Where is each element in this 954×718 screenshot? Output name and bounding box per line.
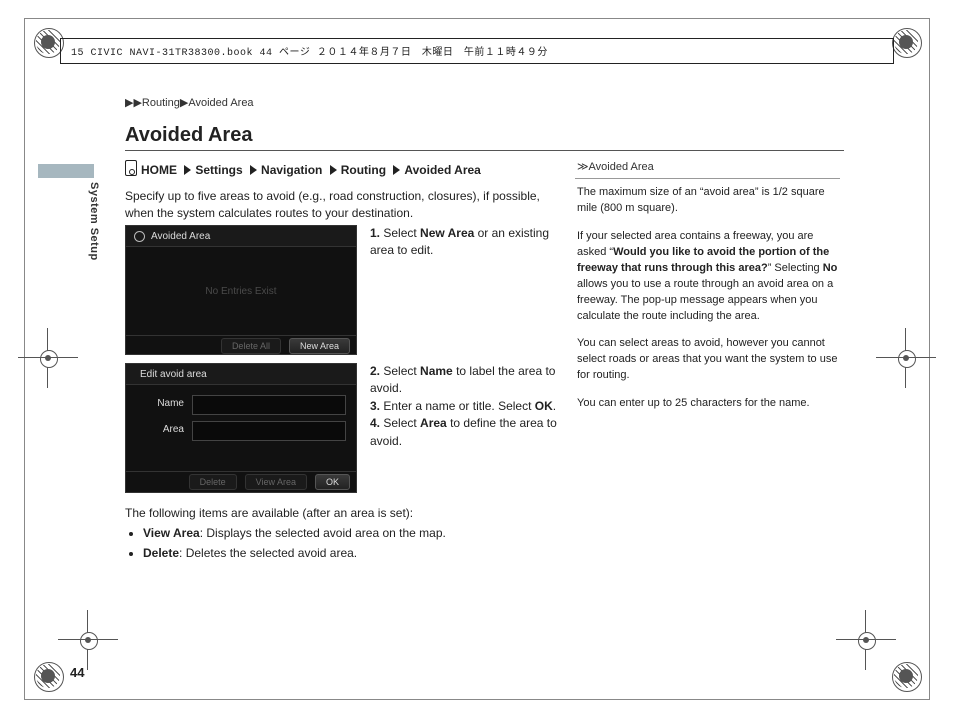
screenshot-edit-avoid-area: Edit avoid area Name Area Delete View Ar… [125,363,357,493]
available-item: Delete: Deletes the selected avoid area. [143,544,545,562]
ok-button[interactable]: OK [315,474,350,490]
triangle-icon: ▶▶ [125,97,142,109]
form-row-name: Name [136,395,346,415]
nav-segment: HOME [141,163,177,177]
page-number: 44 [70,665,84,680]
new-area-button[interactable]: New Area [289,338,350,354]
available-items-lead: The following items are available (after… [125,504,545,522]
available-items: The following items are available (after… [125,504,545,564]
page-title: Avoided Area [125,124,252,147]
crosshair-mark-icon [58,610,118,670]
delete-all-button[interactable]: Delete All [221,338,281,354]
info-paragraph: You can enter up to 25 characters for th… [577,396,838,412]
nav-segment: Settings [195,163,242,177]
triangle-icon [250,165,257,175]
triangle-icon [393,165,400,175]
info-heading: ≫Avoided Area [575,158,840,179]
step-list: 1. Select New Area or an existing area t… [370,225,560,260]
screenshot-avoided-area-list: Avoided Area No Entries Exist Delete All… [125,225,357,355]
header-book-info: 15 CIVIC NAVI-31TR38300.book 44 ページ ２０１４… [60,38,894,64]
area-field[interactable] [192,421,346,441]
step-list: 2. Select Name to label the area to avoi… [370,363,560,450]
double-chevron-icon: ≫ [577,161,587,173]
screenshot-titlebar: Avoided Area [126,226,356,247]
view-area-button[interactable]: View Area [245,474,307,490]
step-item: 2. Select Name to label the area to avoi… [370,363,560,398]
nav-segment: Routing [341,163,386,177]
screenshot-title: Avoided Area [151,231,210,242]
triangle-icon [330,165,337,175]
info-paragraph: If your selected area contains a freeway… [577,229,838,325]
name-field[interactable] [192,395,346,415]
breadcrumb: ▶▶Routing▶Avoided Area [125,96,254,109]
intro-paragraph: Specify up to five areas to avoid (e.g.,… [125,188,545,223]
delete-button[interactable]: Delete [189,474,237,490]
screenshot-titlebar: Edit avoid area [126,364,356,385]
step-item: 4. Select Area to define the area to avo… [370,415,560,450]
step-item: 1. Select New Area or an existing area t… [370,225,560,260]
title-rule [125,150,844,151]
info-panel: ≫Avoided Area The maximum size of an “av… [575,158,840,424]
crosshair-mark-icon [876,328,936,388]
info-paragraph: You can select areas to avoid, however y… [577,336,838,384]
breadcrumb-item: Avoided Area [188,97,253,109]
gear-icon [134,231,145,242]
nav-segment: Avoided Area [404,163,480,177]
triangle-icon [184,165,191,175]
nav-segment: Navigation [261,163,322,177]
crosshair-mark-icon [18,328,78,388]
field-label: Name [136,395,192,415]
available-item: View Area: Displays the selected avoid a… [143,524,545,542]
field-label: Area [136,421,192,441]
step-item: 3. Enter a name or title. Select OK. [370,398,560,415]
navigation-path: HOME Settings Navigation Routing Avoided… [125,160,481,177]
info-paragraph: The maximum size of an “avoid area” is 1… [577,185,838,217]
screenshot-title: Edit avoid area [140,369,207,380]
side-section-label: System Setup [88,182,100,261]
form-row-area: Area [136,421,346,441]
empty-list-label: No Entries Exist [205,286,276,297]
side-tab [38,164,94,178]
device-icon [125,160,137,176]
crosshair-mark-icon [836,610,896,670]
breadcrumb-item: Routing [142,97,180,109]
